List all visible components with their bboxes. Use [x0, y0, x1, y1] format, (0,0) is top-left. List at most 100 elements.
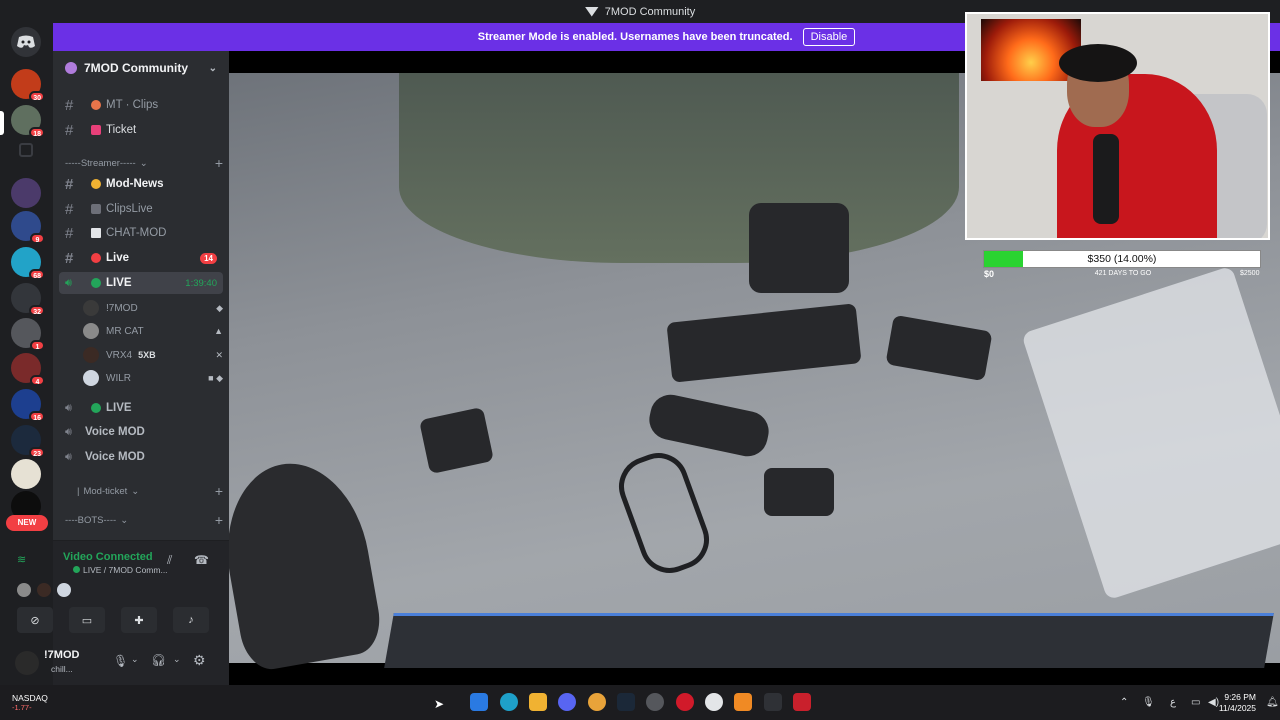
channel-emoji-icon: [91, 125, 101, 135]
channel-chat-mod[interactable]: # CHAT-MOD: [59, 222, 223, 244]
chevron-down-icon[interactable]: ⌄: [173, 654, 181, 665]
noise-suppression-icon[interactable]: ⫽: [167, 553, 172, 568]
network-icon[interactable]: ▭: [1191, 697, 1200, 708]
epic-games-icon[interactable]: [764, 693, 782, 711]
taskbar-clock[interactable]: 9:26 PM 11/4/2025: [1219, 692, 1256, 714]
server-icon[interactable]: 32: [11, 283, 45, 316]
edge-icon[interactable]: [500, 693, 518, 711]
server-icon[interactable]: 9: [11, 211, 45, 244]
video-device-object: [885, 314, 993, 382]
server-icon[interactable]: 18: [11, 105, 45, 138]
voice-user[interactable]: WILR ■ ◆: [83, 368, 223, 388]
channel-mod-news[interactable]: # Mod-News: [59, 173, 223, 195]
unread-badge: 9: [30, 233, 45, 244]
avatar[interactable]: [15, 651, 39, 675]
video-camera-object: [749, 203, 849, 293]
voice-user[interactable]: !7MOD ◆: [83, 298, 223, 318]
channel-mt-clips[interactable]: # MT · Clips: [59, 94, 223, 116]
voice-channel-live[interactable]: 🔊︎ LIVE: [59, 397, 223, 419]
file-explorer-icon[interactable]: [529, 693, 547, 711]
category-label: Mod-ticket: [83, 485, 128, 497]
add-channel-icon[interactable]: +: [215, 483, 223, 499]
guild-header[interactable]: 7MOD Community ⌄: [53, 51, 229, 85]
banner-text: Streamer Mode is enabled. Usernames have…: [477, 31, 793, 43]
voice-channel-voice-mod[interactable]: 🔊︎ Voice MOD: [59, 421, 223, 443]
microphone-icon[interactable]: 🎙︎: [113, 654, 128, 668]
app-icon[interactable]: [588, 693, 606, 711]
camera-off-button[interactable]: ⊘: [17, 607, 53, 633]
server-icon[interactable]: 30: [11, 69, 45, 102]
category-streamer[interactable]: -----Streamer----- ⌄ +: [65, 155, 223, 171]
category-mod-ticket[interactable]: | Mod-ticket ⌄ +: [77, 483, 223, 499]
voice-channel-voice-mod[interactable]: 🔊︎ Voice MOD: [59, 446, 223, 468]
app-logo-icon: [584, 6, 599, 17]
opera-icon[interactable]: [676, 693, 694, 711]
headphones-icon[interactable]: 🎧︎: [151, 653, 166, 667]
stock-ticker-widget[interactable]: NASDAQ -1.77-: [12, 693, 48, 712]
channel-label: MT · Clips: [106, 99, 159, 111]
avatar: [83, 347, 99, 363]
settings-gear-icon[interactable]: ⚙: [193, 652, 206, 669]
steam-icon[interactable]: [617, 693, 635, 711]
discord-home-icon[interactable]: [11, 27, 41, 57]
status-icon: ◆: [216, 302, 223, 313]
server-icon[interactable]: 4: [11, 353, 45, 386]
server-icon[interactable]: 16: [11, 389, 45, 422]
channel-label: Voice MOD: [85, 426, 145, 438]
voice-channel-live-active[interactable]: 🔊︎ LIVE 1:39:40: [59, 272, 223, 294]
voice-status[interactable]: Video Connected: [63, 551, 153, 563]
voice-user[interactable]: VRX4 5XB ✕: [83, 345, 223, 365]
show-hidden-icons-icon[interactable]: ⌃: [1120, 697, 1128, 708]
guild-icon: [65, 62, 77, 74]
speaker-icon: 🔊︎: [65, 425, 72, 438]
language-indicator[interactable]: ع: [1170, 697, 1176, 708]
server-icon[interactable]: 68: [11, 247, 45, 280]
app-icon[interactable]: [734, 693, 752, 711]
mouse-cursor-icon: ➤: [434, 697, 445, 711]
channel-label: Live: [106, 252, 130, 264]
user-panel: !7MOD chill... 🎙︎ ⌄ 🎧︎ ⌄ ⚙: [15, 641, 229, 686]
new-unreads-badge[interactable]: NEW: [6, 515, 48, 531]
chevron-down-icon[interactable]: ⌄: [131, 654, 139, 665]
channel-label: Ticket: [106, 124, 137, 136]
channel-clipslive[interactable]: # ClipsLive: [59, 198, 223, 220]
green-circle-icon: [91, 403, 101, 413]
disconnect-icon[interactable]: ☎: [194, 553, 209, 567]
category-bots[interactable]: ----BOTS---- ⌄ +: [65, 512, 223, 528]
webcam-hair: [1059, 44, 1137, 82]
obs-icon[interactable]: [646, 693, 664, 711]
server-icon[interactable]: 23: [11, 425, 45, 458]
channel-ticket[interactable]: # Ticket: [59, 119, 223, 141]
server-icon[interactable]: [11, 178, 41, 208]
add-channel-icon[interactable]: +: [215, 155, 223, 171]
discord-icon[interactable]: [558, 693, 576, 711]
channel-live[interactable]: # Live 14: [59, 247, 223, 269]
activities-button[interactable]: ✚: [121, 607, 157, 633]
screen-share-button[interactable]: ▭: [69, 607, 105, 633]
app-icon[interactable]: [705, 693, 723, 711]
video-charger-object: [418, 406, 495, 475]
notifications-icon[interactable]: 🔔︎: [1266, 697, 1279, 708]
disable-streamer-mode-button[interactable]: Disable: [802, 28, 856, 46]
chevron-down-icon: ⌄: [139, 157, 148, 169]
add-channel-icon[interactable]: +: [215, 512, 223, 528]
channel-label: Voice MOD: [85, 451, 145, 463]
chevron-down-icon: ⌄: [120, 514, 129, 526]
folder-icon[interactable]: [19, 143, 33, 157]
microphone-icon[interactable]: 🎙︎: [1142, 697, 1155, 708]
divider-mark: |: [77, 485, 80, 497]
windows-start-icon[interactable]: [470, 693, 488, 711]
app-icon[interactable]: [793, 693, 811, 711]
voice-user[interactable]: MR CAT ▲: [83, 321, 223, 341]
voice-location[interactable]: LIVE / 7MOD Comm...: [73, 565, 168, 575]
server-icon[interactable]: [11, 459, 41, 489]
channel-label: LIVE: [106, 277, 132, 289]
video-person: [399, 73, 959, 263]
volume-icon[interactable]: ◀): [1208, 697, 1219, 708]
soundboard-button[interactable]: ♪: [173, 607, 209, 633]
green-circle-icon: [91, 278, 101, 288]
user-name[interactable]: !7MOD: [44, 649, 79, 661]
window-title: 7MOD Community: [584, 6, 695, 18]
server-icon[interactable]: 1: [11, 318, 45, 351]
crossed-swords-icon: ✕: [215, 349, 223, 360]
